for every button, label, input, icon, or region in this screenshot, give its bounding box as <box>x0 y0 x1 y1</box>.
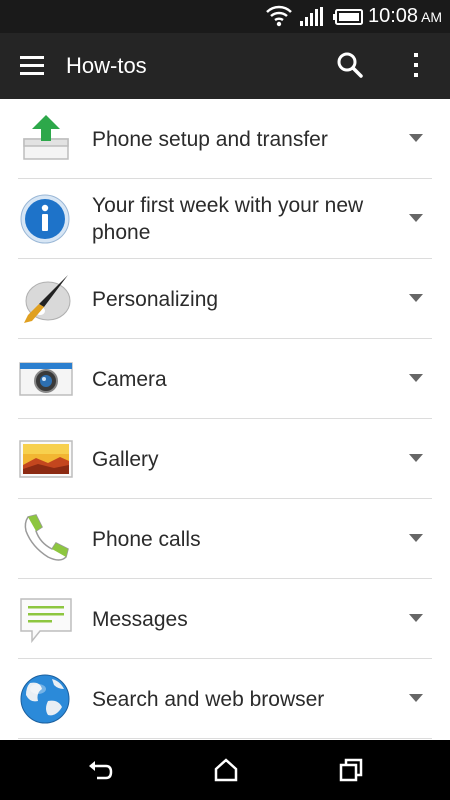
chevron-down-icon[interactable] <box>409 694 423 702</box>
item-label: Your first week with your new phone <box>92 194 364 244</box>
page-title: How-tos <box>66 53 147 78</box>
howto-list: Phone setup and transfer Your first week… <box>0 99 450 740</box>
chevron-down-icon[interactable] <box>409 294 423 302</box>
chevron-down-icon[interactable] <box>409 614 423 622</box>
camera-icon <box>18 351 74 407</box>
chevron-down-icon[interactable] <box>409 534 423 542</box>
item-label: Gallery <box>92 447 159 471</box>
search-icon[interactable] <box>332 47 368 83</box>
recent-apps-icon[interactable] <box>337 756 365 789</box>
list-item[interactable]: Messages <box>0 579 450 659</box>
item-label: Messages <box>92 607 188 631</box>
message-icon <box>18 591 74 647</box>
app-bar: How-tos <box>0 33 450 99</box>
phone-icon <box>18 511 74 567</box>
chevron-down-icon[interactable] <box>409 454 423 462</box>
item-label: Phone calls <box>92 527 201 551</box>
list-item[interactable]: Personalizing <box>0 259 450 339</box>
phone-setup-icon <box>18 111 74 167</box>
status-ampm: AM <box>421 9 443 25</box>
item-label: Camera <box>92 367 167 391</box>
signal-icon <box>300 7 324 31</box>
globe-icon <box>18 671 74 727</box>
navigation-bar <box>0 740 450 800</box>
battery-icon <box>333 9 363 30</box>
paintbrush-icon <box>18 271 74 327</box>
list-item[interactable]: Gallery <box>0 419 450 499</box>
list-item[interactable]: Your first week with your new phone <box>0 179 450 259</box>
item-label: Search and web browser <box>92 687 325 711</box>
chevron-down-icon[interactable] <box>409 374 423 382</box>
info-icon <box>18 191 74 247</box>
list-item[interactable]: Phone setup and transfer <box>0 99 450 179</box>
chevron-down-icon[interactable] <box>409 214 423 222</box>
item-label: Phone setup and transfer <box>92 127 328 151</box>
menu-icon[interactable] <box>14 49 50 83</box>
back-icon[interactable] <box>86 756 114 789</box>
item-label: Personalizing <box>92 287 219 311</box>
divider <box>18 738 432 739</box>
list-item[interactable]: Camera <box>0 339 450 419</box>
wifi-icon <box>265 4 293 33</box>
more-vert-icon[interactable] <box>402 47 430 83</box>
list-item[interactable]: Search and web browser <box>0 659 450 739</box>
home-icon[interactable] <box>212 756 240 789</box>
list-item[interactable]: Phone calls <box>0 499 450 579</box>
gallery-icon <box>18 431 74 487</box>
chevron-down-icon[interactable] <box>409 134 423 142</box>
status-bar: 10:08 AM <box>0 0 450 33</box>
status-time: 10:08 AM <box>368 5 442 28</box>
status-time-value: 10:08 <box>368 5 419 27</box>
